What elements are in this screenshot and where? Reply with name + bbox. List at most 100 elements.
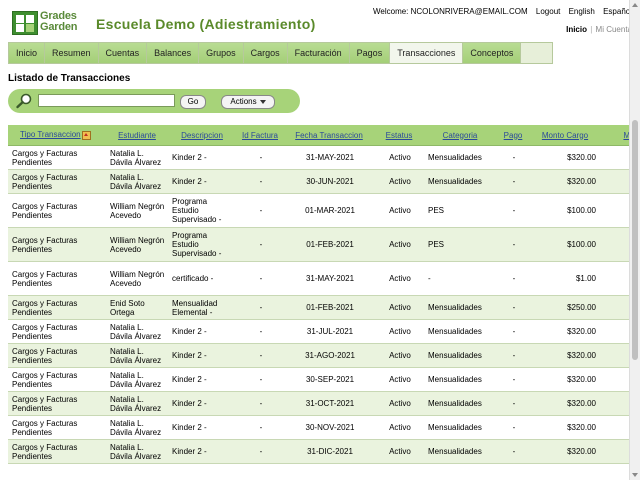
cell-categoria: Mensualidades: [424, 439, 496, 464]
cell-estatus: Activo: [374, 227, 424, 262]
cell-descripcion: certificado -: [168, 261, 236, 296]
cell-id-factura: -: [236, 193, 284, 228]
table-row[interactable]: Cargos y Facturas Pendientes William Negr…: [8, 193, 630, 228]
cell-monto-cargo: $320.00: [530, 319, 600, 344]
col-header-id-factura[interactable]: Id Factura: [236, 125, 284, 146]
cell-empty: [600, 261, 630, 296]
cell-pago: -: [496, 391, 530, 416]
cell-id-factura: -: [236, 261, 284, 296]
nav-item-transacciones[interactable]: Transacciones: [390, 43, 464, 63]
cell-estatus: Activo: [374, 367, 424, 392]
table-row[interactable]: Cargos y Facturas Pendientes Natalia L. D…: [8, 367, 630, 392]
cell-categoria: Mensualidades: [424, 367, 496, 392]
english-link[interactable]: English: [569, 7, 595, 16]
inicio-link[interactable]: Inicio: [566, 25, 587, 34]
cell-monto-cargo: $320.00: [530, 145, 600, 170]
col-header-estudiante[interactable]: Estudiante: [106, 125, 168, 146]
cell-id-factura: -: [236, 343, 284, 368]
cell-empty: [600, 391, 630, 416]
col-header-pago[interactable]: Pago: [496, 125, 530, 146]
mi-cuenta-link[interactable]: Mi Cuenta: [596, 25, 632, 34]
col-header-monto-truncated[interactable]: Mo: [600, 125, 630, 146]
table-row[interactable]: Cargos y Facturas Pendientes Natalia L. D…: [8, 343, 630, 368]
cell-fecha: 01-FEB-2021: [284, 227, 374, 262]
cell-tipo-transaccion: Cargos y Facturas Pendientes: [8, 319, 106, 344]
cell-estudiante: Natalia L. Dávila Álvarez: [106, 319, 168, 344]
transactions-table: Tipo Transaccion Estudiante Descripcion …: [8, 125, 630, 464]
nav-item-resumen[interactable]: Resumen: [45, 43, 99, 63]
cell-tipo-transaccion: Cargos y Facturas Pendientes: [8, 193, 106, 228]
cell-categoria: PES: [424, 227, 496, 262]
cell-estudiante: Natalia L. Dávila Álvarez: [106, 367, 168, 392]
nav-item-balances[interactable]: Balances: [147, 43, 200, 63]
grades-garden-logo[interactable]: Grades Garden: [12, 11, 92, 35]
table-row[interactable]: Cargos y Facturas Pendientes Natalia L. D…: [8, 439, 630, 464]
page-title: Listado de Transacciones: [8, 73, 131, 84]
cell-empty: [600, 343, 630, 368]
cell-pago: -: [496, 169, 530, 194]
cell-descripcion: Kinder 2 -: [168, 169, 236, 194]
cell-estatus: Activo: [374, 439, 424, 464]
cell-id-factura: -: [236, 367, 284, 392]
cell-pago: -: [496, 367, 530, 392]
cell-pago: -: [496, 439, 530, 464]
cell-fecha: 30-SEP-2021: [284, 367, 374, 392]
cell-estatus: Activo: [374, 193, 424, 228]
cell-categoria: Mensualidades: [424, 169, 496, 194]
cell-monto-cargo: $250.00: [530, 295, 600, 320]
vertical-scrollbar[interactable]: [629, 0, 640, 480]
cell-descripcion: Kinder 2 -: [168, 145, 236, 170]
cell-fecha: 31-OCT-2021: [284, 391, 374, 416]
cell-estudiante: Natalia L. Dávila Álvarez: [106, 343, 168, 368]
scroll-down-icon[interactable]: [632, 473, 638, 477]
cell-estatus: Activo: [374, 169, 424, 194]
col-header-estatus[interactable]: Estatus: [374, 125, 424, 146]
cell-descripcion: Kinder 2 -: [168, 391, 236, 416]
cell-empty: [600, 193, 630, 228]
cell-pago: -: [496, 145, 530, 170]
espanol-link[interactable]: Español: [603, 7, 632, 16]
go-button[interactable]: Go: [180, 95, 206, 109]
table-row[interactable]: Cargos y Facturas Pendientes Natalia L. D…: [8, 319, 630, 344]
col-header-fecha-transaccion[interactable]: Fecha Transaccion: [284, 125, 374, 146]
nav-item-inicio[interactable]: Inicio: [9, 43, 46, 63]
search-bar: Go Actions: [8, 89, 300, 113]
chevron-down-icon: [259, 99, 266, 104]
col-header-monto-cargo[interactable]: Monto Cargo: [530, 125, 600, 146]
scroll-thumb[interactable]: [632, 120, 638, 360]
table-row[interactable]: Cargos y Facturas Pendientes Natalia L. D…: [8, 145, 630, 170]
table-row[interactable]: Cargos y Facturas Pendientes Natalia L. D…: [8, 391, 630, 416]
col-header-tipo-transaccion[interactable]: Tipo Transaccion: [8, 125, 106, 146]
cell-estudiante: Natalia L. Dávila Álvarez: [106, 145, 168, 170]
cell-estatus: Activo: [374, 261, 424, 296]
col-header-descripcion[interactable]: Descripcion: [168, 125, 236, 146]
col-header-categoria[interactable]: Categoria: [424, 125, 496, 146]
table-row[interactable]: Cargos y Facturas Pendientes Natalia L. D…: [8, 415, 630, 440]
sort-asc-icon[interactable]: [81, 130, 91, 140]
cell-estudiante: William Negrón Acevedo: [106, 227, 168, 262]
nav-item-grupos[interactable]: Grupos: [199, 43, 244, 63]
cell-categoria: PES: [424, 193, 496, 228]
nav-item-conceptos[interactable]: Conceptos: [463, 43, 522, 63]
cell-descripcion: Programa Estudio Supervisado -: [168, 227, 236, 262]
table-row[interactable]: Cargos y Facturas Pendientes William Negr…: [8, 261, 630, 296]
cell-fecha: 30-NOV-2021: [284, 415, 374, 440]
cell-categoria: Mensualidades: [424, 415, 496, 440]
nav-item-facturacion[interactable]: Facturación: [287, 43, 350, 63]
logout-link[interactable]: Logout: [536, 7, 560, 16]
actions-menu-button[interactable]: Actions: [221, 95, 275, 109]
cell-id-factura: -: [236, 145, 284, 170]
nav-item-cargos[interactable]: Cargos: [243, 43, 288, 63]
table-row[interactable]: Cargos y Facturas Pendientes Enid Soto Or…: [8, 295, 630, 320]
scroll-up-icon[interactable]: [632, 3, 638, 7]
cell-fecha: 31-AGO-2021: [284, 343, 374, 368]
table-row[interactable]: Cargos y Facturas Pendientes William Negr…: [8, 227, 630, 262]
search-input[interactable]: [38, 94, 175, 107]
nav-item-cuentas[interactable]: Cuentas: [98, 43, 148, 63]
cell-descripcion: Kinder 2 -: [168, 343, 236, 368]
table-row[interactable]: Cargos y Facturas Pendientes Natalia L. D…: [8, 169, 630, 194]
cell-estatus: Activo: [374, 415, 424, 440]
cell-estudiante: Natalia L. Dávila Álvarez: [106, 169, 168, 194]
nav-item-pagos[interactable]: Pagos: [349, 43, 391, 63]
cell-pago: -: [496, 193, 530, 228]
